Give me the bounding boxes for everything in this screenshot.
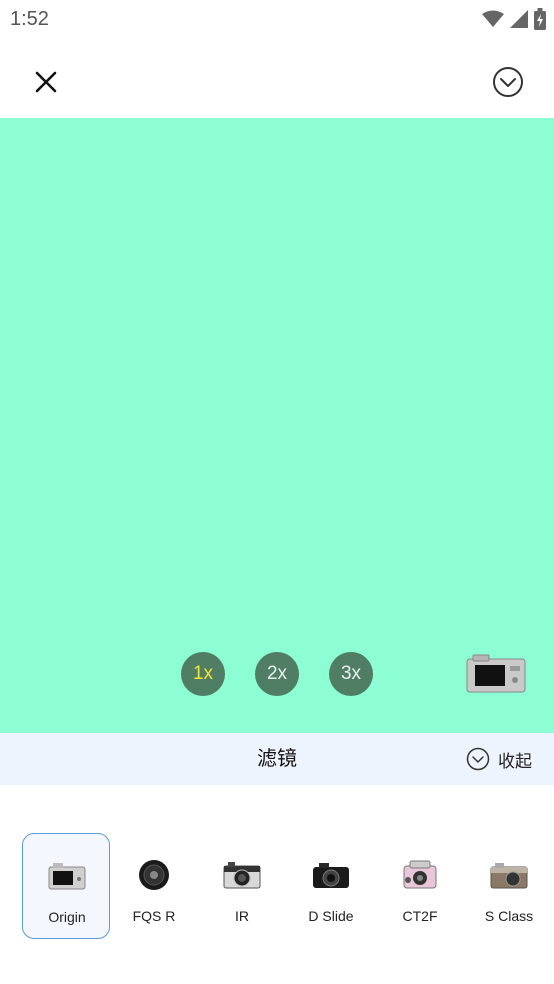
close-button[interactable] [28, 64, 64, 100]
collapse-label: 收起 [498, 751, 532, 771]
camera-preview[interactable]: 1x 2x 3x [0, 118, 554, 733]
zoom-3x-button[interactable]: 3x [329, 652, 373, 696]
check-circle-icon [493, 67, 523, 97]
camera-icon [48, 863, 86, 890]
lens-icon [139, 860, 169, 890]
close-icon [35, 71, 57, 93]
zoom-1x-button[interactable]: 1x [181, 652, 225, 696]
filter-item-fqs-r[interactable]: FQS R [110, 833, 198, 939]
filter-item-ct2f[interactable]: CT2F [376, 833, 464, 939]
chevron-down-circle-icon [466, 747, 490, 771]
battery-charging-icon [534, 8, 546, 30]
camera-icon [466, 654, 526, 693]
signal-icon [510, 10, 528, 28]
zoom-2x-button[interactable]: 2x [255, 652, 299, 696]
filter-label: D Slide [308, 908, 354, 924]
filter-item-s-class[interactable]: S Class [465, 833, 553, 939]
camera-icon [223, 862, 261, 889]
filter-label: IR [235, 908, 249, 924]
filter-header: 滤镜 收起 [0, 733, 554, 785]
status-time: 1:52 [10, 8, 49, 30]
status-bar: 1:52 [0, 0, 554, 40]
filter-item-d-slide[interactable]: D Slide [287, 833, 375, 939]
filter-item-origin[interactable]: Origin [22, 833, 110, 939]
collapse-button[interactable]: 收起 [466, 746, 532, 772]
filter-label: FQS R [132, 908, 176, 924]
confirm-button[interactable] [490, 64, 526, 100]
camera-icon [490, 863, 528, 889]
filter-label: CT2F [402, 908, 438, 924]
camera-icon [403, 860, 437, 889]
filter-label: S Class [484, 908, 534, 924]
filter-label: Origin [48, 909, 86, 925]
filter-item-ir[interactable]: IR [198, 833, 286, 939]
filter-list: Origin FQS R IR D Slide CT2F S Class [0, 786, 554, 984]
camera-thumbnail-button[interactable] [466, 654, 526, 694]
top-bar [0, 40, 554, 118]
camera-icon [313, 863, 349, 888]
wifi-icon [482, 10, 504, 27]
